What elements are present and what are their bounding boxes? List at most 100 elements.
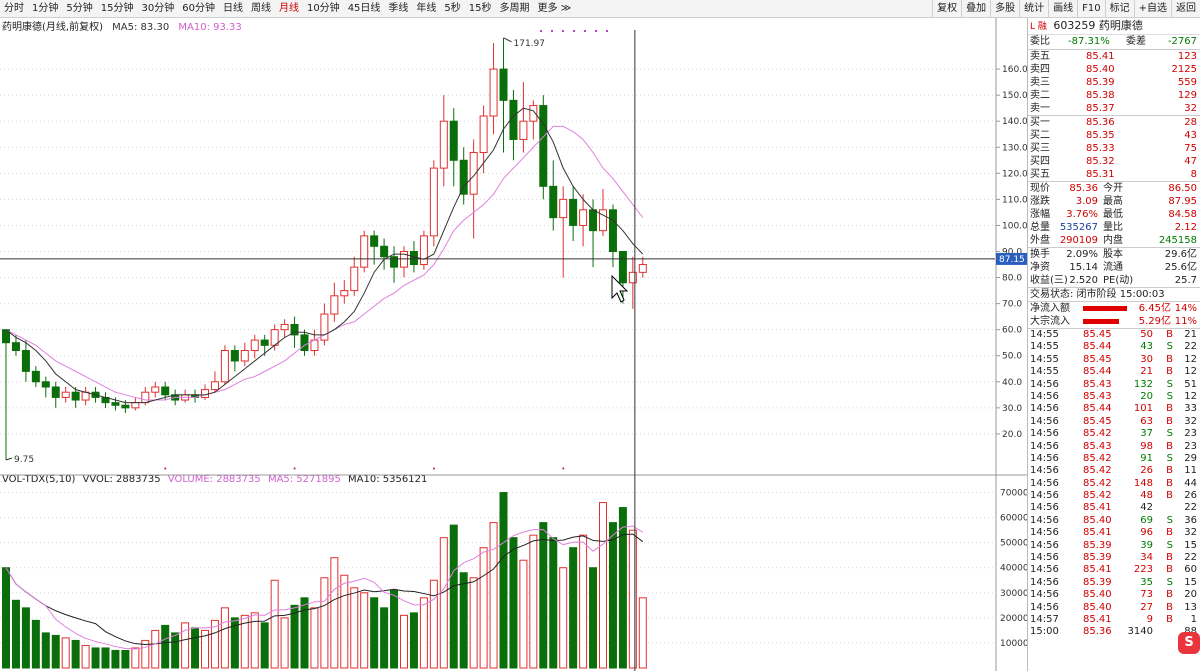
- tick-row: 14:56 85.42 37 S 23: [1028, 428, 1200, 440]
- period-tab[interactable]: 多周期: [496, 0, 534, 17]
- period-tab[interactable]: 45日线: [344, 0, 385, 17]
- period-tab[interactable]: 季线: [384, 0, 412, 17]
- tick-time: 14:55: [1030, 329, 1059, 340]
- period-tab[interactable]: 5分钟: [62, 0, 96, 17]
- tick-count: 32: [1184, 527, 1197, 539]
- tick-time: 14:56: [1030, 576, 1059, 588]
- tick-side: S: [1166, 539, 1173, 551]
- volume-bar-down: [370, 597, 379, 669]
- period-tab[interactable]: 1分钟: [28, 0, 62, 17]
- sell-price: 85.40: [1086, 64, 1115, 75]
- toolbar-button[interactable]: 画线: [1048, 0, 1077, 17]
- quote-label: 现价: [1030, 183, 1050, 194]
- tick-price: 85.41: [1083, 564, 1112, 576]
- signal-dot: [606, 30, 608, 32]
- tick-count: 21: [1184, 329, 1197, 340]
- stat-value: 15.14: [1069, 262, 1098, 273]
- period-tab[interactable]: 年线: [412, 0, 440, 17]
- sell-volume: 2125: [1171, 64, 1197, 75]
- period-tab[interactable]: 15分钟: [97, 0, 138, 17]
- price-tick-label: 60.0: [1002, 326, 1022, 336]
- signal-dot: [551, 30, 553, 32]
- period-tab[interactable]: 周线: [247, 0, 275, 17]
- volume-bar-up: [320, 577, 329, 669]
- buy-price: 85.31: [1086, 169, 1115, 180]
- tick-row: 14:55 85.45 50 B 21: [1028, 329, 1200, 341]
- sell-volume: 559: [1177, 77, 1197, 88]
- volume-bar-up: [310, 607, 319, 669]
- period-tab[interactable]: 15秒: [465, 0, 496, 17]
- candle-down: [569, 198, 578, 226]
- tick-count: 13: [1184, 601, 1197, 613]
- kline-chart-area[interactable]: 药明康德(月线,前复权) MA5: 83.30 MA10: 93.33 VOL-…: [0, 18, 1027, 671]
- toolbar-button[interactable]: 叠加: [961, 0, 990, 17]
- period-tab[interactable]: 60分钟: [178, 0, 219, 17]
- quote-value: 87.95: [1168, 196, 1197, 207]
- volume-bar-up: [330, 557, 339, 669]
- volume-bar-down: [459, 572, 468, 669]
- volume-bar-up: [61, 637, 70, 669]
- volume-bar-down: [121, 649, 130, 669]
- tick-side: B: [1166, 527, 1173, 539]
- price-tick-label: 160.0: [1002, 65, 1027, 75]
- volume-bar-down: [2, 567, 10, 669]
- candle-up: [330, 295, 339, 315]
- period-tab[interactable]: 月线: [275, 0, 303, 17]
- tick-volume: 3140: [1127, 626, 1153, 638]
- volume-bar-down: [31, 619, 40, 669]
- toolbar-button[interactable]: F10: [1077, 0, 1104, 17]
- buy-volume: 8: [1190, 169, 1197, 180]
- buy-label: 买二: [1030, 130, 1050, 141]
- tick-price: 85.45: [1083, 415, 1112, 427]
- tick-side: S: [1166, 341, 1173, 353]
- period-tab[interactable]: 5秒: [440, 0, 464, 17]
- tick-side: B: [1166, 329, 1173, 340]
- price-tick-label: 120.0: [1002, 169, 1027, 179]
- tick-side: B: [1166, 415, 1173, 427]
- candle-up: [61, 391, 70, 398]
- period-tab[interactable]: 日线: [219, 0, 247, 17]
- toolbar-button[interactable]: 返回: [1171, 0, 1200, 17]
- toolbar-button[interactable]: 统计: [1019, 0, 1048, 17]
- stat-label: PE(动): [1103, 275, 1134, 286]
- candle-down: [51, 386, 60, 398]
- tick-volume: 148: [1133, 477, 1153, 489]
- tick-side: B: [1166, 552, 1173, 564]
- price-tick-label: 80.0: [1002, 274, 1022, 284]
- flow-percent: 14%: [1174, 303, 1197, 314]
- volume-bar-down: [449, 524, 458, 669]
- candle-down: [380, 245, 389, 258]
- tick-count: 22: [1184, 552, 1197, 564]
- candle-down: [370, 235, 379, 247]
- tick-volume: 42: [1140, 502, 1153, 514]
- tick-time: 14:56: [1030, 539, 1059, 551]
- quote-row: 总量 535267 量比 2.12: [1028, 221, 1200, 234]
- candle-down: [71, 391, 80, 401]
- period-tab[interactable]: 分时: [0, 0, 28, 17]
- toolbar-button[interactable]: 标记: [1104, 0, 1134, 17]
- period-tab[interactable]: 10分钟: [303, 0, 344, 17]
- tick-count: 23: [1184, 428, 1197, 440]
- stat-value: 2.520: [1069, 275, 1098, 286]
- toolbar-button[interactable]: 复权: [932, 0, 961, 17]
- tick-count: 11: [1184, 465, 1197, 477]
- quote-label: 量比: [1103, 222, 1123, 233]
- tick-time: 14:56: [1030, 527, 1059, 539]
- toolbar-button[interactable]: +自选: [1133, 0, 1171, 17]
- tick-row: 15:0085.36314088: [1028, 626, 1200, 638]
- candle-up: [210, 381, 219, 391]
- flow-value: 6.45亿: [1138, 303, 1171, 314]
- period-tab[interactable]: 30分钟: [137, 0, 178, 17]
- event-marker: •: [432, 465, 436, 473]
- buy-row: 买一 85.36 28: [1028, 116, 1200, 129]
- volume-bar-down: [161, 624, 170, 669]
- volume-bar-up: [599, 502, 607, 669]
- volume-bar-down: [380, 607, 389, 669]
- quote-row: 外盘 290109 内盘 245158: [1028, 234, 1200, 247]
- period-tab[interactable]: 更多 ≫: [534, 0, 576, 17]
- toolbar-button[interactable]: 多股: [990, 0, 1019, 17]
- volume-bar-down: [11, 599, 20, 669]
- quote-value: 245158: [1158, 235, 1197, 246]
- quote-value: 85.36: [1069, 183, 1098, 194]
- kline-svg[interactable]: 20.030.040.050.060.070.080.090.0100.0110…: [0, 18, 1027, 671]
